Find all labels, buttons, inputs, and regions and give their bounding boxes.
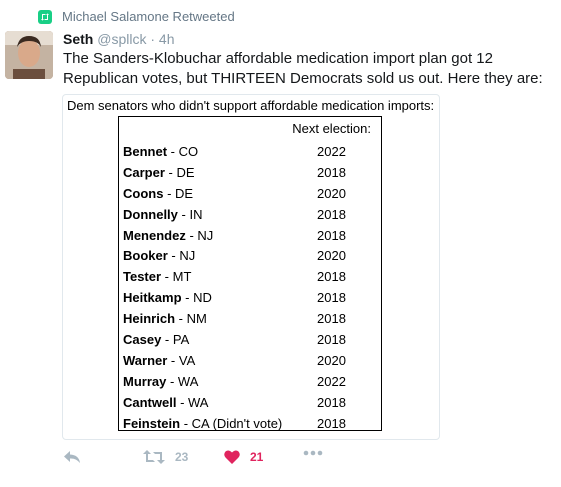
table-row: Donnelly - IN 2018 <box>119 205 381 226</box>
table-row: Warner - VA 2020 <box>119 351 381 372</box>
senator-table: Next election: Bennet - CO 2022 Carper - D… <box>118 116 382 431</box>
senator-rows: Bennet - CO 2022 Carper - DE 2018 Coons - DE… <box>119 142 381 434</box>
senator-name: Bennet <box>123 144 168 159</box>
media-card[interactable]: Dem senators who didn't support affordab… <box>62 94 440 440</box>
senator-election-year: 2020 <box>317 352 346 368</box>
table-row: Menendez - NJ 2018 <box>119 226 381 247</box>
more-button[interactable] <box>303 450 323 456</box>
table-row: Feinstein - CA (Didn't vote) 2018 <box>119 414 381 435</box>
heart-icon <box>224 450 240 464</box>
senator-name: Donnelly <box>123 206 178 222</box>
senator-election-year: 2018 <box>317 394 346 410</box>
senator-state: - WA <box>176 394 209 410</box>
senator-election-year: 2018 <box>317 206 346 222</box>
table-row: Cantwell - WA 2018 <box>119 393 381 414</box>
tweet-text: The Sanders-Klobuchar affordable medicat… <box>63 50 543 87</box>
senator-name-cell: Feinstein - CA (Didn't vote) <box>123 414 282 435</box>
table-row: Coons - DE 2020 <box>119 184 381 205</box>
tweet-header: Seth @spllck · 4h <box>63 30 174 48</box>
senator-state: - MT <box>161 269 192 285</box>
senator-election-year: 2018 <box>317 269 346 285</box>
senator-name-cell: Warner - VA <box>123 351 195 372</box>
senator-election-year: 2018 <box>317 415 346 431</box>
senator-election-year: 2018 <box>317 311 346 327</box>
retweet-count: 23 <box>175 450 189 464</box>
retweet-context: Michael Salamone Retweeted <box>38 9 235 24</box>
table-row: Heinrich - NM 2018 <box>119 309 381 330</box>
senator-state: - NJ <box>185 227 214 243</box>
senator-name: Warner <box>123 352 168 368</box>
senator-name-cell: Menendez - NJ <box>123 226 213 247</box>
senator-name: Coons <box>123 185 164 201</box>
senator-state: - NJ <box>167 248 196 264</box>
senator-name-cell: Coons - DE <box>123 184 193 205</box>
tweet-time[interactable]: 4h <box>159 31 175 47</box>
senator-state: - CA (Didn't vote) <box>180 415 283 431</box>
retweet-icon <box>143 450 165 464</box>
table-row: Heitkamp - ND 2018 <box>119 288 381 309</box>
senator-name: Feinstein <box>123 415 181 431</box>
senator-name: Cantwell <box>123 394 177 410</box>
senator-name: Booker <box>123 248 168 264</box>
more-icon <box>303 450 323 456</box>
senator-election-year: 2018 <box>317 290 346 306</box>
senator-name: Tester <box>123 269 162 285</box>
senator-election-year: 2018 <box>317 164 346 180</box>
senator-name: Menendez <box>123 227 186 243</box>
senator-name: Heinrich <box>123 311 176 327</box>
senator-election-year: 2018 <box>317 227 346 243</box>
like-count: 21 <box>250 450 264 464</box>
table-row: Tester - MT 2018 <box>119 267 381 288</box>
senator-name-cell: Heitkamp - ND <box>123 288 212 309</box>
reply-icon <box>64 451 80 463</box>
senator-state: - CO <box>167 144 199 159</box>
senator-name: Carper <box>123 164 165 180</box>
table-header: Next election: <box>292 121 371 136</box>
senator-state: - PA <box>161 332 190 348</box>
senator-name-cell: Heinrich - NM <box>123 309 207 330</box>
table-row: Murray - WA 2022 <box>119 372 381 393</box>
senator-name-cell: Cantwell - WA <box>123 393 208 414</box>
senator-name-cell: Bennet - CO <box>123 142 198 163</box>
senator-name-cell: Carper - DE <box>123 163 195 184</box>
table-row: Bennet - CO 2022 <box>119 142 381 163</box>
retweet-icon <box>38 9 52 24</box>
senator-election-year: 2022 <box>317 373 346 389</box>
senator-name-cell: Donnelly - IN <box>123 205 202 226</box>
retweet-context-text[interactable]: Michael Salamone Retweeted <box>62 9 235 24</box>
media-title: Dem senators who didn't support affordab… <box>67 98 435 113</box>
retweet-button[interactable]: 23 <box>143 450 188 464</box>
senator-state: - DE <box>164 164 195 180</box>
senator-state: - ND <box>181 290 212 306</box>
senator-name: Murray <box>123 373 167 389</box>
tweet-actions: 23 21 <box>63 450 463 472</box>
senator-state: - DE <box>163 185 194 201</box>
senator-state: - VA <box>167 352 196 368</box>
reply-button[interactable] <box>63 450 81 464</box>
senator-election-year: 2018 <box>317 332 346 348</box>
senator-state: - WA <box>166 373 199 389</box>
senator-state: - NM <box>175 311 207 327</box>
senator-name-cell: Booker - NJ <box>123 246 195 267</box>
table-row: Carper - DE 2018 <box>119 163 381 184</box>
author-handle[interactable]: @spllck <box>97 31 146 47</box>
senator-election-year: 2022 <box>317 144 346 159</box>
table-row: Casey - PA 2018 <box>119 330 381 351</box>
avatar[interactable] <box>5 31 53 79</box>
senator-state: - IN <box>177 206 203 222</box>
time-separator: · <box>150 31 156 47</box>
table-row: Booker - NJ 2020 <box>119 246 381 267</box>
senator-election-year: 2020 <box>317 248 346 264</box>
author-name[interactable]: Seth <box>63 31 93 47</box>
senator-name-cell: Tester - MT <box>123 267 191 288</box>
senator-name-cell: Casey - PA <box>123 330 189 351</box>
senator-election-year: 2020 <box>317 185 346 201</box>
like-button[interactable]: 21 <box>224 450 263 464</box>
senator-name: Casey <box>123 332 162 348</box>
senator-name-cell: Murray - WA <box>123 372 198 393</box>
senator-name: Heitkamp <box>123 290 182 306</box>
